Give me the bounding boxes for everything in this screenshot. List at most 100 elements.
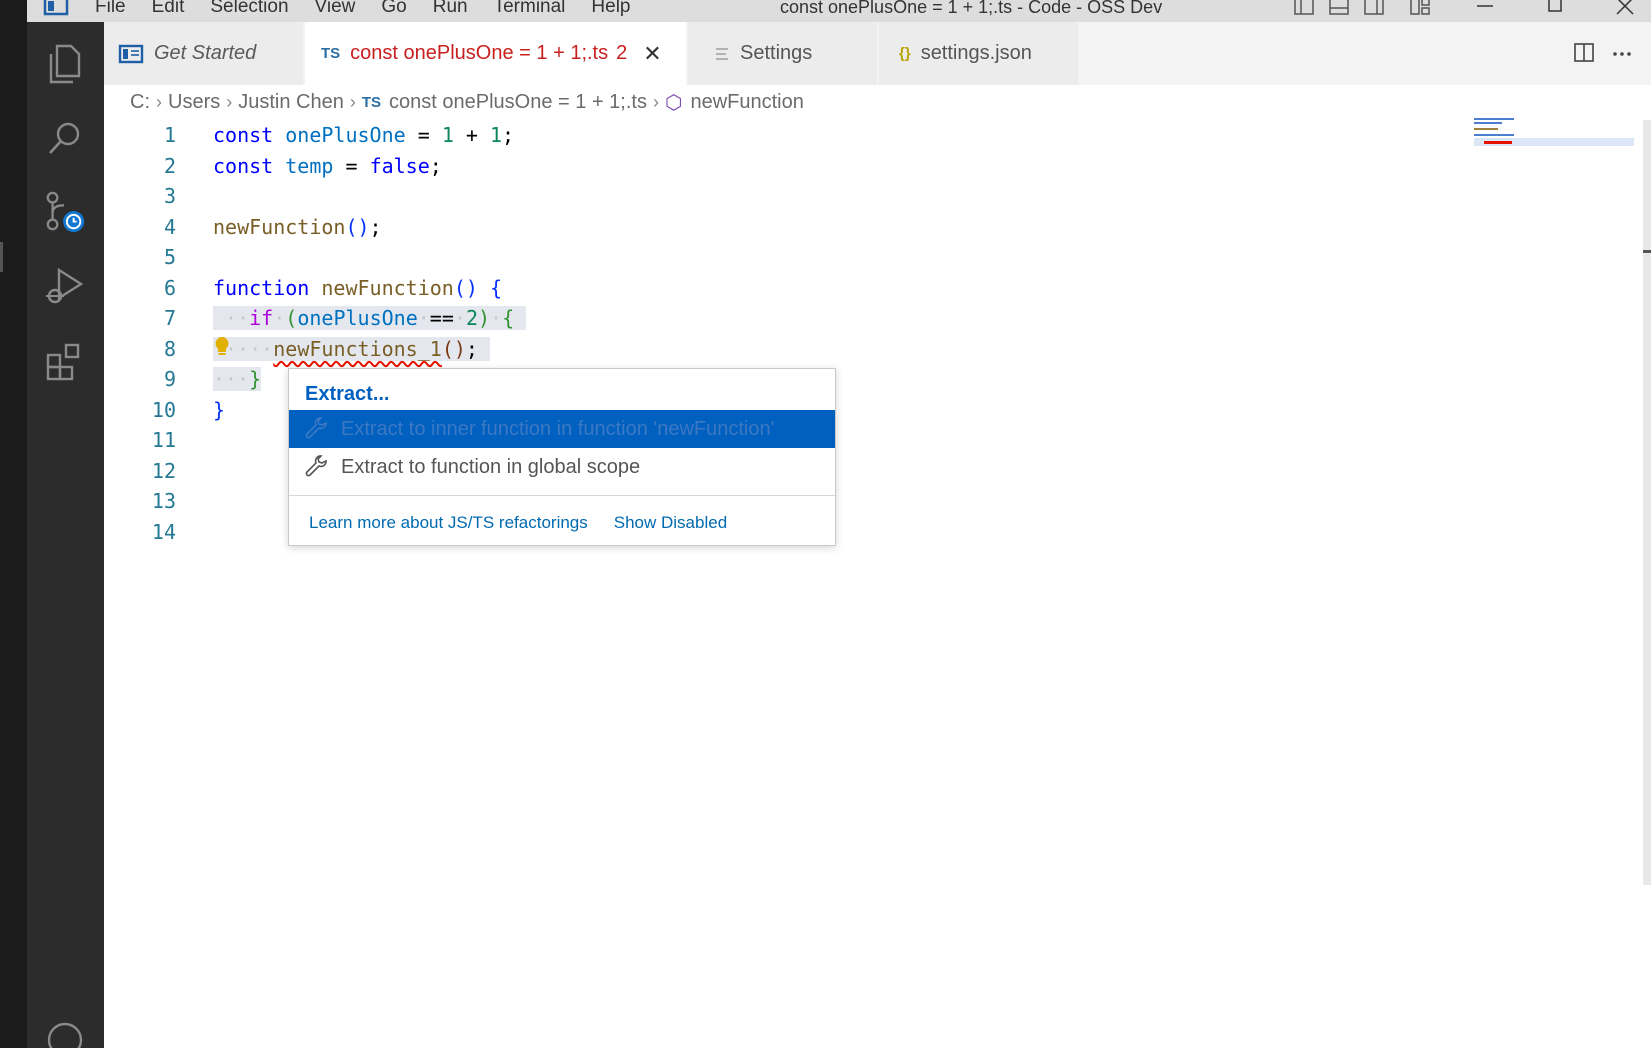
code-line: ····newFunctions_1();	[213, 334, 526, 365]
line-number: 14	[151, 519, 176, 544]
breadcrumb-users[interactable]: Users	[168, 91, 220, 114]
tab-label: settings.json	[920, 42, 1032, 64]
title-bar: File Edit Selection View Go Run Terminal…	[27, 0, 1651, 22]
more-actions-icon[interactable]	[1611, 42, 1633, 64]
minimap[interactable]	[1474, 118, 1634, 158]
breadcrumb-file[interactable]: const onePlusOne = 1 + 1;.ts	[389, 91, 647, 114]
editor-actions	[1573, 42, 1633, 64]
divider	[289, 495, 835, 496]
line-number: 3	[163, 184, 176, 208]
window-controls	[1465, 0, 1645, 18]
settings-editor-icon	[716, 47, 728, 60]
code-action-item-global-scope[interactable]: Extract to function in global scope	[289, 448, 835, 486]
breadcrumb: C: › Users › Justin Chen › TS const oneP…	[130, 88, 804, 116]
overview-ruler-marker	[1643, 250, 1651, 253]
toggle-secondary-sidebar-icon[interactable]	[1363, 0, 1385, 18]
show-disabled-link[interactable]: Show Disabled	[614, 513, 727, 533]
window-title: const onePlusOne = 1 + 1;.ts - Code - OS…	[780, 0, 1163, 17]
function-symbol-icon: ⬡	[664, 91, 683, 114]
toggle-primary-sidebar-icon[interactable]	[1293, 0, 1315, 18]
line-number-gutter: 1 2 3 4 5 6 7 8 9 10 11 12 13 14	[104, 120, 176, 547]
accounts-icon[interactable]	[43, 1018, 87, 1048]
line-number: 6	[163, 275, 176, 300]
tab-get-started[interactable]: Get Started	[104, 22, 304, 85]
code-action-item-inner-function[interactable]: Extract to inner function in function 'n…	[289, 410, 835, 448]
menu-bar: File Edit Selection View Go Run Terminal…	[95, 0, 657, 18]
tab-typescript-file[interactable]: TS const onePlusOne = 1 + 1;.ts 2 ✕	[305, 22, 687, 85]
wrench-icon	[305, 455, 327, 477]
code-line: function newFunction() {	[213, 275, 503, 300]
layout-controls	[1293, 0, 1431, 18]
chevron-right-icon: ›	[226, 91, 233, 112]
chevron-right-icon: ›	[349, 91, 356, 112]
menu-go[interactable]: Go	[381, 0, 406, 18]
line-number: 9	[163, 367, 176, 391]
code-action-label: Extract to inner function in function 'n…	[341, 417, 775, 440]
problem-count-badge: 2	[616, 42, 628, 64]
tab-settings-json[interactable]: {} settings.json	[879, 22, 1079, 85]
minimize-icon[interactable]	[1465, 0, 1505, 18]
line-number: 8	[163, 336, 176, 361]
line-number: 12	[151, 458, 176, 483]
json-icon: {}	[899, 45, 911, 62]
learn-more-link[interactable]: Learn more about JS/TS refactorings	[309, 513, 588, 533]
vertical-scrollbar[interactable]	[1643, 120, 1651, 885]
menu-edit[interactable]: Edit	[152, 0, 185, 18]
app-logo-icon	[43, 0, 69, 16]
activity-bar	[27, 22, 104, 1048]
line-number: 2	[163, 153, 176, 178]
breadcrumb-user-folder[interactable]: Justin Chen	[238, 91, 344, 114]
line-number: 1	[163, 123, 176, 147]
menu-file[interactable]: File	[95, 0, 126, 18]
code-action-menu: Extract... Extract to inner function in …	[288, 368, 836, 546]
code-line: const onePlusOne = 1 + 1;	[213, 123, 515, 147]
menu-terminal[interactable]: Terminal	[494, 0, 566, 18]
lightbulb-icon[interactable]	[214, 336, 230, 358]
code-action-group-header: Extract...	[305, 383, 390, 405]
menu-run[interactable]: Run	[433, 0, 468, 18]
customize-layout-icon[interactable]	[1409, 0, 1431, 18]
strip-mark	[0, 242, 3, 272]
explorer-icon[interactable]	[43, 42, 87, 86]
menu-help[interactable]: Help	[591, 0, 630, 18]
line-number: 11	[151, 428, 176, 452]
line-number: 7	[163, 306, 176, 330]
line-number: 4	[163, 214, 176, 239]
toggle-panel-icon[interactable]	[1328, 0, 1350, 18]
tab-label: Settings	[740, 42, 813, 64]
line-number: 13	[151, 489, 176, 513]
tab-label: Get Started	[154, 42, 257, 64]
typescript-icon: TS	[361, 93, 382, 111]
close-window-icon[interactable]	[1605, 0, 1645, 18]
tabs-bar: Get Started TS const onePlusOne = 1 + 1;…	[104, 22, 1651, 85]
code-line: ··if·(onePlusOne·==·2)·{	[213, 303, 527, 334]
code-line: newFunction();	[213, 214, 382, 239]
breadcrumb-symbol[interactable]: newFunction	[690, 91, 803, 114]
left-strip	[0, 0, 27, 1048]
code-editor[interactable]: 1 2 3 4 5 6 7 8 9 10 11 12 13 14 const o…	[104, 120, 1484, 1048]
code-line: const temp = false;	[213, 153, 442, 178]
menu-selection[interactable]: Selection	[210, 0, 288, 18]
wrench-icon	[305, 417, 327, 439]
run-debug-icon[interactable]	[43, 264, 87, 308]
line-number: 10	[151, 397, 176, 422]
source-control-icon[interactable]	[43, 190, 87, 234]
code-action-label: Extract to function in global scope	[341, 455, 641, 478]
get-started-icon	[118, 44, 144, 63]
split-editor-icon[interactable]	[1573, 42, 1595, 64]
tab-label: const onePlusOne = 1 + 1;.ts	[350, 42, 609, 64]
tab-settings[interactable]: Settings	[688, 22, 878, 85]
line-number: 5	[163, 245, 176, 269]
menu-view[interactable]: View	[315, 0, 356, 18]
chevron-right-icon: ›	[652, 91, 659, 112]
chevron-right-icon: ›	[156, 91, 162, 112]
maximize-icon[interactable]	[1535, 0, 1575, 18]
search-icon[interactable]	[43, 116, 87, 160]
extensions-icon[interactable]	[43, 338, 87, 382]
typescript-icon: TS	[321, 45, 341, 62]
code-action-footer: Learn more about JS/TS refactorings Show…	[309, 513, 753, 533]
breadcrumb-drive[interactable]: C:	[130, 91, 150, 114]
close-icon[interactable]: ✕	[643, 41, 661, 67]
